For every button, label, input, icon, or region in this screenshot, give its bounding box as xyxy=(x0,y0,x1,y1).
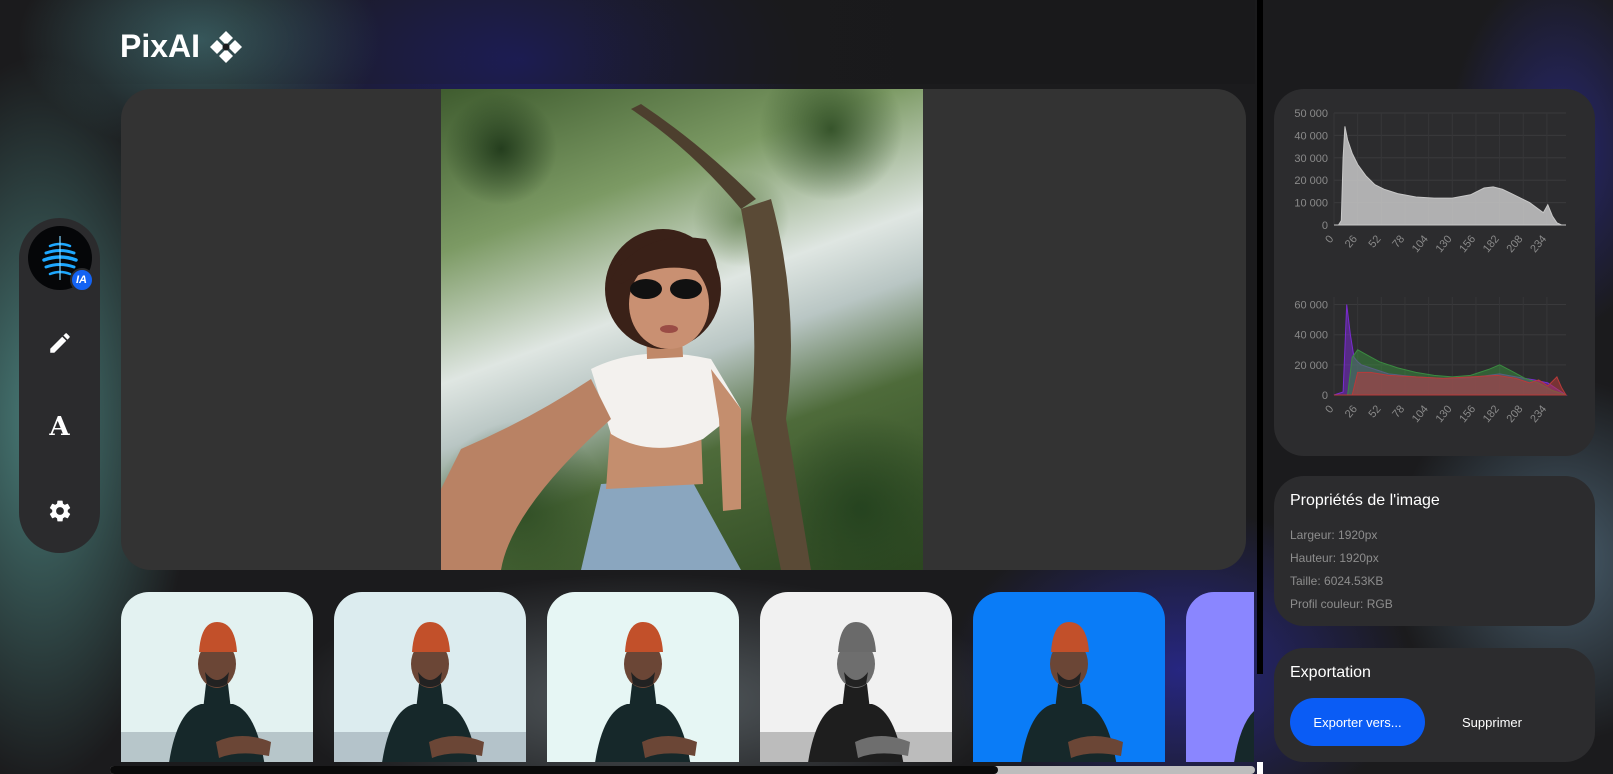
image-properties-panel: Propriétés de l'image Largeur: 1920px Ha… xyxy=(1274,476,1595,626)
x-tick-label: 26 xyxy=(1343,233,1360,250)
histogram-series xyxy=(1334,126,1566,226)
x-tick-label: 130 xyxy=(1434,403,1455,425)
x-tick-label: 208 xyxy=(1505,403,1526,425)
x-tick-label: 52 xyxy=(1367,403,1384,420)
thumbnail-portrait xyxy=(1021,622,1123,762)
x-tick-label: 78 xyxy=(1390,403,1407,420)
font-icon: A xyxy=(49,412,70,442)
edit-tool-button[interactable] xyxy=(35,318,85,368)
x-tick-label: 182 xyxy=(1481,403,1502,425)
y-tick-label: 20 000 xyxy=(1294,360,1328,372)
ai-assistant-button[interactable]: IA xyxy=(27,226,94,292)
pencil-icon xyxy=(49,333,70,353)
gear-icon xyxy=(49,500,70,522)
y-tick-label: 40 000 xyxy=(1294,130,1328,142)
text-tool-button[interactable]: A xyxy=(35,402,85,452)
y-tick-label: 10 000 xyxy=(1294,198,1328,210)
export-panel: Exportation Exporter vers... Supprimer xyxy=(1274,648,1595,762)
x-tick-label: 156 xyxy=(1457,233,1478,255)
property-width: Largeur: 1920px xyxy=(1290,528,1378,542)
property-color-profile: Profil couleur: RGB xyxy=(1290,597,1393,611)
property-height: Hauteur: 1920px xyxy=(1290,551,1379,565)
x-tick-label: 234 xyxy=(1528,233,1549,255)
x-tick-label: 104 xyxy=(1410,403,1431,425)
settings-tool-button[interactable] xyxy=(35,486,85,536)
scrollbar-thumb[interactable] xyxy=(110,766,998,774)
thumbnail-portrait xyxy=(1234,711,1254,762)
export-actions: Exporter vers... Supprimer xyxy=(1290,698,1579,746)
thumbnail-item[interactable] xyxy=(1186,592,1254,762)
x-tick-label: 0 xyxy=(1323,233,1336,245)
thumbnail-item[interactable] xyxy=(334,592,526,762)
x-tick-label: 130 xyxy=(1434,233,1455,255)
x-tick-label: 208 xyxy=(1505,233,1526,255)
y-tick-label: 40 000 xyxy=(1294,330,1328,342)
left-toolbar: IA A xyxy=(19,218,100,553)
image-preview xyxy=(121,89,1246,570)
x-tick-label: 78 xyxy=(1390,233,1407,250)
x-tick-label: 234 xyxy=(1528,403,1549,425)
thumbnail-item[interactable] xyxy=(973,592,1165,762)
photo-subject xyxy=(441,104,811,570)
y-tick-label: 50 000 xyxy=(1294,108,1328,120)
delete-button[interactable]: Supprimer xyxy=(1462,715,1522,730)
thumbnail-portrait xyxy=(595,622,697,762)
ai-badge: IA xyxy=(69,268,94,292)
y-tick-label: 0 xyxy=(1322,220,1328,232)
thumbnail-item[interactable] xyxy=(547,592,739,762)
x-tick-label: 182 xyxy=(1481,233,1502,255)
y-tick-label: 20 000 xyxy=(1294,175,1328,187)
logo-icon xyxy=(210,30,243,63)
export-button[interactable]: Exporter vers... xyxy=(1290,698,1425,746)
x-tick-label: 0 xyxy=(1323,403,1336,415)
app-name: PixAI xyxy=(120,28,201,64)
preview-photo xyxy=(441,89,923,570)
app-logo: PixAI xyxy=(120,28,244,65)
thumbnail-portrait xyxy=(760,622,952,762)
x-tick-label: 26 xyxy=(1343,403,1360,420)
export-title: Exportation xyxy=(1290,664,1371,681)
thumbnail-item[interactable] xyxy=(121,592,313,762)
y-tick-label: 30 000 xyxy=(1294,153,1328,165)
y-tick-label: 60 000 xyxy=(1294,300,1328,312)
thumbnail-strip xyxy=(121,592,1254,762)
x-tick-label: 52 xyxy=(1367,233,1384,250)
y-tick-label: 0 xyxy=(1322,390,1328,402)
horizontal-scrollbar[interactable] xyxy=(110,766,1255,774)
property-size: Taille: 6024.53KB xyxy=(1290,574,1384,588)
thumbnail-portrait xyxy=(334,622,526,762)
histogram-charts: 010 00020 00030 00040 00050 0000 26 52 78 10… xyxy=(1294,108,1568,425)
thumbnail-item[interactable] xyxy=(760,592,952,762)
histogram-panel: 0 10 000 20 000 30 000 40 000 50 000 0 26 52 78 10… xyxy=(1274,89,1595,456)
x-tick-label: 156 xyxy=(1457,403,1478,425)
properties-title: Propriétés de l'image xyxy=(1290,492,1440,509)
histogram-series xyxy=(1334,371,1567,396)
x-tick-label: 104 xyxy=(1410,233,1431,255)
divider-end xyxy=(1257,762,1263,774)
thumbnail-portrait xyxy=(121,622,313,762)
panel-divider xyxy=(1257,0,1263,674)
